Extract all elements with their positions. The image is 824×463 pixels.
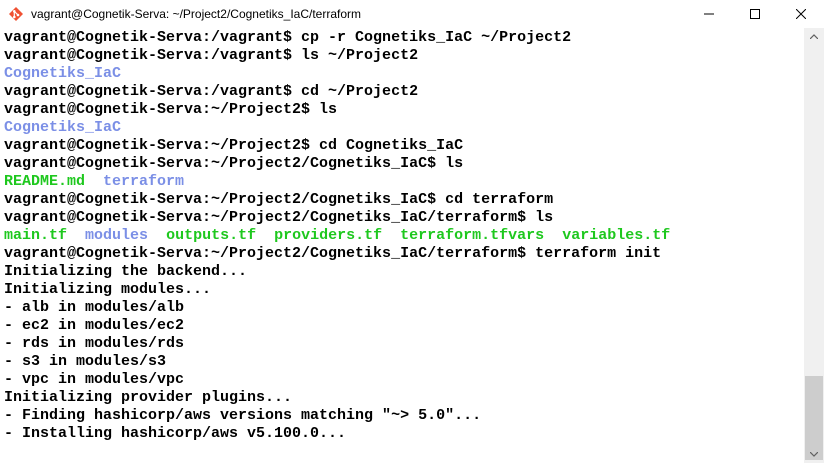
terminal-line: Initializing provider plugins... [4,389,670,407]
terminal-output[interactable]: vagrant@Cognetik-Serva:/vagrant$ cp -r C… [0,28,804,463]
terminal-line: - ec2 in modules/ec2 [4,317,670,335]
terminal-text: - rds in modules/rds [4,335,185,352]
terminal-text: Initializing the backend... [4,263,248,280]
terminal-text: - ec2 in modules/ec2 [4,317,185,334]
terminal-line: - vpc in modules/vpc [4,371,670,389]
file-entry: variables.tf [562,227,671,244]
terminal-text: vagrant@Cognetik-Serva:~/Project2$ cd Co… [4,137,464,154]
file-entry: outputs.tf [166,227,257,244]
terminal-text: vagrant@Cognetik-Serva:~/Project2/Cognet… [4,245,662,262]
terminal-text: - s3 in modules/s3 [4,353,167,370]
terminal-line: - alb in modules/alb [4,299,670,317]
minimize-button[interactable] [686,0,732,28]
terminal-line: vagrant@Cognetik-Serva:/vagrant$ cd ~/Pr… [4,83,670,101]
file-entry: main.tf [4,227,68,244]
terminal-text: Initializing provider plugins... [4,389,293,406]
git-bash-icon[interactable] [8,6,24,22]
directory-entry: Cognetiks_IaC [4,65,122,82]
terminal-text: vagrant@Cognetik-Serva:/vagrant$ cp -r C… [4,29,572,46]
terminal-line: vagrant@Cognetik-Serva:~/Project2/Cognet… [4,209,670,227]
terminal-window: vagrant@Cognetik-Serva: ~/Project2/Cogne… [0,0,824,463]
terminal-text: vagrant@Cognetik-Serva:/vagrant$ cd ~/Pr… [4,83,419,100]
terminal-text: vagrant@Cognetik-Serva:~/Project2/Cognet… [4,209,554,226]
terminal-line: vagrant@Cognetik-Serva:/vagrant$ cp -r C… [4,29,670,47]
directory-entry: modules [85,227,149,244]
terminal-line: Initializing modules... [4,281,670,299]
terminal-lines: vagrant@Cognetik-Serva:/vagrant$ cp -r C… [4,29,670,443]
maximize-icon [750,9,760,19]
terminal-text: vagrant@Cognetik-Serva:~/Project2/Cognet… [4,155,464,172]
title-bar[interactable]: vagrant@Cognetik-Serva: ~/Project2/Cogne… [0,0,824,29]
terminal-line: main.tf modules outputs.tf providers.tf … [4,227,670,245]
arrow-up-icon [810,34,818,39]
terminal-text: - Finding hashicorp/aws versions matchin… [4,407,482,424]
minimize-icon [704,13,714,15]
terminal-line: README.md terraform [4,173,670,191]
file-entry: providers.tf [274,227,383,244]
file-entry: README.md [4,173,86,190]
maximize-button[interactable] [732,0,778,28]
terminal-text: vagrant@Cognetik-Serva:/vagrant$ ls ~/Pr… [4,47,419,64]
terminal-line: Cognetiks_IaC [4,119,670,137]
close-button[interactable] [778,0,824,28]
terminal-line: Cognetiks_IaC [4,65,670,83]
terminal-line: vagrant@Cognetik-Serva:~/Project2/Cognet… [4,191,670,209]
terminal-line: - s3 in modules/s3 [4,353,670,371]
close-icon [796,9,806,19]
terminal-line: vagrant@Cognetik-Serva:~/Project2/Cognet… [4,155,670,173]
terminal-line: Initializing the backend... [4,263,670,281]
window-title: vagrant@Cognetik-Serva: ~/Project2/Cogne… [31,7,361,21]
terminal-line: vagrant@Cognetik-Serva:/vagrant$ ls ~/Pr… [4,47,670,65]
vertical-scrollbar[interactable] [804,28,824,463]
arrow-down-icon [810,452,818,457]
terminal-line: vagrant@Cognetik-Serva:~/Project2$ ls [4,101,670,119]
terminal-line: - Installing hashicorp/aws v5.100.0... [4,425,670,443]
terminal-line: - Finding hashicorp/aws versions matchin… [4,407,670,425]
scroll-down-button[interactable] [804,446,824,463]
terminal-text: - vpc in modules/vpc [4,371,185,388]
terminal-text: Initializing modules... [4,281,212,298]
terminal-line: vagrant@Cognetik-Serva:~/Project2/Cognet… [4,245,670,263]
terminal-text: vagrant@Cognetik-Serva:~/Project2/Cognet… [4,191,554,208]
terminal-line: vagrant@Cognetik-Serva:~/Project2$ cd Co… [4,137,670,155]
terminal-line: - rds in modules/rds [4,335,670,353]
scroll-up-button[interactable] [804,28,824,45]
terminal-text: vagrant@Cognetik-Serva:~/Project2$ ls [4,101,338,118]
directory-entry: Cognetiks_IaC [4,119,122,136]
file-entry: terraform.tfvars [400,227,545,244]
directory-entry: terraform [103,173,185,190]
terminal-text: - alb in modules/alb [4,299,185,316]
terminal-text: - Installing hashicorp/aws v5.100.0... [4,425,347,442]
